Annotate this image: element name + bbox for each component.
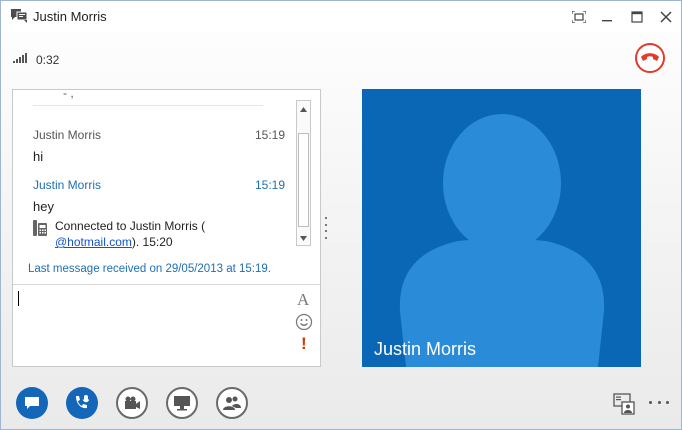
message-sender: Justin Morris xyxy=(33,178,102,192)
contact-email-link[interactable]: @hotmail.com xyxy=(55,235,132,249)
message-time: 15:19 xyxy=(255,128,286,142)
message-compose-area[interactable]: A ! xyxy=(13,285,320,366)
phone-mic-icon xyxy=(76,395,90,409)
history-scrollbar[interactable] xyxy=(296,100,311,246)
video-button[interactable] xyxy=(116,387,148,419)
end-call-button[interactable] xyxy=(635,43,665,73)
text-caret xyxy=(18,291,19,306)
connection-notice-text: Connected to Justin Morris ( @hotmail.co… xyxy=(55,218,295,250)
triangle-down-icon xyxy=(300,235,307,241)
conversation-layout-icon[interactable] xyxy=(613,393,635,415)
avatar-silhouette-icon xyxy=(399,114,605,367)
present-button[interactable] xyxy=(166,387,198,419)
scroll-down-button[interactable] xyxy=(297,231,310,245)
message-history[interactable]: - , Justin Morris 15:19 hi Justin Morris… xyxy=(13,90,320,285)
connection-notice-suffix: ). 15:20 xyxy=(131,235,173,249)
previous-message-text: - , xyxy=(63,90,74,100)
full-screen-icon xyxy=(572,11,586,23)
call-duration: 0:32 xyxy=(36,53,60,67)
monitor-icon xyxy=(174,396,190,411)
scroll-thumb[interactable] xyxy=(298,133,309,227)
video-camera-icon xyxy=(125,396,140,409)
participants-button[interactable] xyxy=(216,387,248,419)
hang-up-icon xyxy=(641,53,659,61)
participant-name: Justin Morris xyxy=(374,339,477,359)
scroll-up-button[interactable] xyxy=(297,102,310,116)
conversation-window: Justin Morris 0:32 - , Justin Morris 15:… xyxy=(0,0,682,430)
maximize-button[interactable] xyxy=(627,7,647,27)
previous-message-fragment: - , xyxy=(33,90,263,106)
participant-video-tile: Justin Morris xyxy=(362,89,641,367)
message-body: hey xyxy=(33,199,54,214)
message-time: 15:19 xyxy=(255,178,286,192)
title-bar: Justin Morris xyxy=(1,1,681,33)
panel-splitter-handle[interactable] xyxy=(324,217,328,239)
im-button[interactable] xyxy=(16,387,48,419)
smiley-icon[interactable] xyxy=(295,313,313,331)
close-button[interactable] xyxy=(656,7,676,27)
people-icon xyxy=(223,396,241,410)
close-icon xyxy=(660,11,672,23)
connection-notice-prefix: Connected to Justin Morris ( xyxy=(55,219,206,233)
speech-bubble-icon xyxy=(25,397,39,409)
call-controls-button[interactable] xyxy=(66,387,98,419)
message-body: hi xyxy=(33,149,44,164)
high-importance-button[interactable]: ! xyxy=(301,334,307,354)
triangle-up-icon xyxy=(300,106,307,112)
font-button[interactable]: A xyxy=(297,290,309,310)
desk-phone-icon xyxy=(33,220,47,236)
conversation-app-icon xyxy=(11,9,28,23)
more-options-icon[interactable] xyxy=(649,401,669,405)
window-title: Justin Morris xyxy=(33,9,107,24)
signal-bars-icon xyxy=(13,53,27,63)
full-screen-button[interactable] xyxy=(569,7,589,27)
minimize-icon xyxy=(602,20,612,22)
minimize-button[interactable] xyxy=(597,7,617,27)
conversation-panel: - , Justin Morris 15:19 hi Justin Morris… xyxy=(12,89,321,367)
last-message-received: Last message received on 29/05/2013 at 1… xyxy=(28,263,271,275)
message-sender: Justin Morris xyxy=(33,128,102,142)
maximize-icon xyxy=(631,11,643,23)
